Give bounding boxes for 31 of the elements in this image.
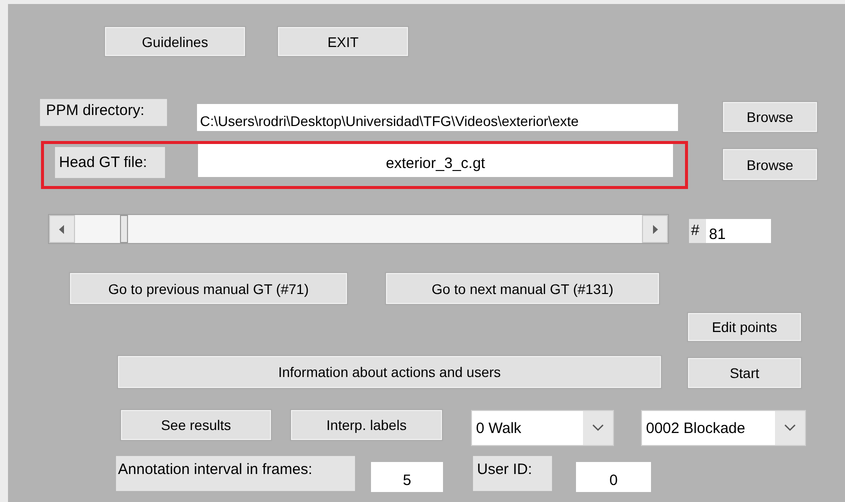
information-button[interactable]: Information about actions and users	[117, 355, 662, 389]
frame-number-label: #	[689, 219, 706, 243]
action-dropdown[interactable]: 0 Walk	[471, 410, 614, 446]
exit-button[interactable]: EXIT	[277, 26, 409, 57]
edit-points-button[interactable]: Edit points	[687, 312, 802, 342]
right-arrow-icon	[652, 224, 658, 234]
chevron-down-icon	[592, 424, 604, 432]
field-label: Annotation interval in frames:	[116, 456, 355, 491]
left-arrow-icon	[59, 224, 65, 234]
user-id-field[interactable]: 0	[576, 462, 651, 492]
path-field[interactable]: C:\Users\rodri\Desktop\Universidad\TFG\Videos\exterior\exte	[197, 104, 678, 131]
scroll-left-button[interactable]	[49, 215, 75, 243]
field-label: Head GT file:	[55, 147, 165, 178]
next-gt-button[interactable]: Go to next manual GT (#131)	[385, 272, 660, 305]
guidelines-button[interactable]: Guidelines	[104, 26, 246, 57]
browse-button[interactable]: Browse	[722, 148, 818, 181]
frame-number-field[interactable]: 81	[706, 219, 771, 243]
field-label: User ID:	[473, 456, 552, 491]
interval-field[interactable]: 5	[371, 462, 443, 492]
user-dropdown[interactable]: 0002 Blockade	[641, 410, 806, 446]
scroll-right-button[interactable]	[642, 215, 668, 243]
interp-labels-button[interactable]: Interp. labels	[290, 409, 443, 441]
field-label: PPM directory:	[40, 99, 167, 126]
previous-gt-button[interactable]: Go to previous manual GT (#71)	[69, 272, 348, 305]
frame-slider[interactable]	[48, 214, 669, 244]
start-button[interactable]: Start	[687, 357, 802, 389]
browse-button[interactable]: Browse	[722, 101, 818, 133]
file-field[interactable]: exterior_3_c.gt	[198, 144, 673, 177]
chevron-down-icon	[784, 424, 796, 432]
see-results-button[interactable]: See results	[120, 409, 272, 441]
slider-thumb[interactable]	[120, 215, 128, 243]
